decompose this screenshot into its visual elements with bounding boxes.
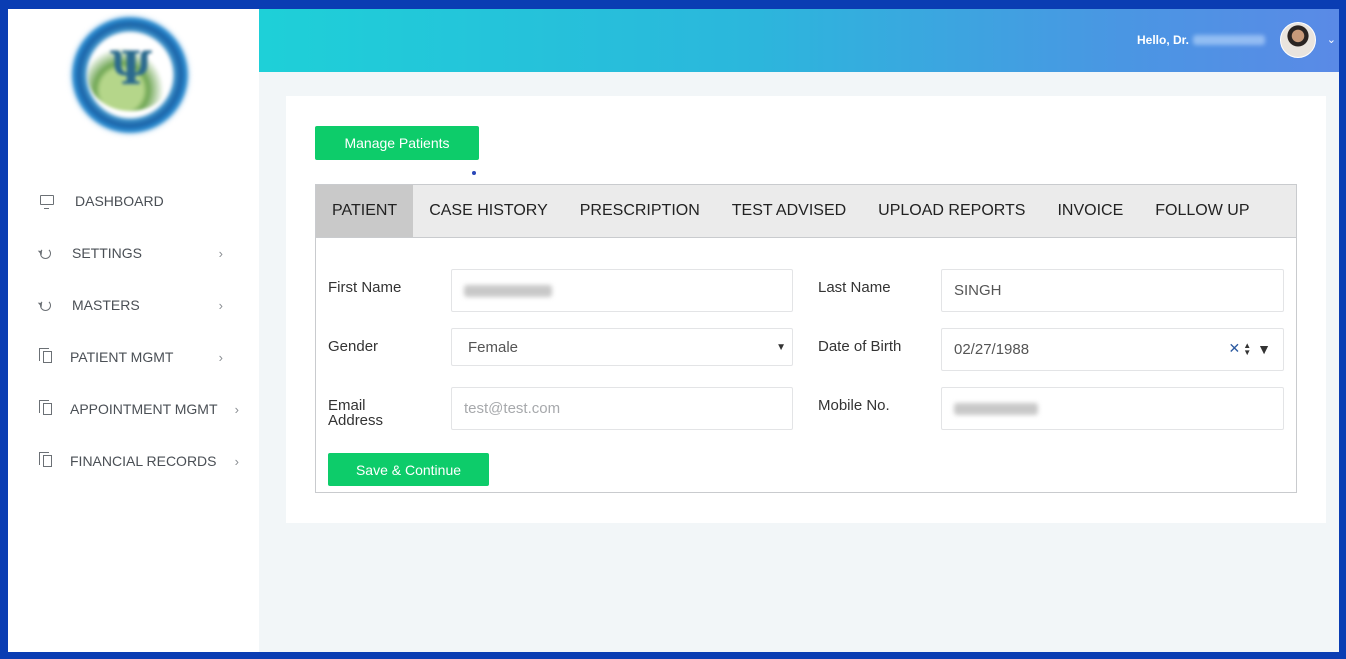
tab-case-history[interactable]: CASE HISTORY bbox=[413, 185, 564, 237]
dob-value: 02/27/1988 bbox=[954, 341, 1030, 358]
sidebar-item-dashboard[interactable]: DASHBOARD bbox=[8, 175, 259, 227]
email-field[interactable]: test@test.com bbox=[451, 387, 793, 430]
mobile-field[interactable] bbox=[941, 387, 1284, 430]
clinic-logo-icon[interactable]: ◦ ◦ ◦ Ψ bbox=[66, 11, 194, 139]
redacted-user-name bbox=[1193, 35, 1265, 45]
sidebar-item-label: FINANCIAL RECORDS bbox=[70, 453, 217, 469]
tab-follow-up[interactable]: FOLLOW UP bbox=[1139, 185, 1265, 237]
tab-bar: PATIENT CASE HISTORY PRESCRIPTION TEST A… bbox=[316, 185, 1296, 238]
manage-patients-button[interactable]: Manage Patients bbox=[315, 126, 479, 160]
redacted-mobile bbox=[954, 402, 1038, 415]
sidebar-item-masters[interactable]: MASTERS › bbox=[8, 279, 259, 331]
gender-label: Gender bbox=[328, 338, 379, 355]
email-label-line2: Address bbox=[328, 412, 384, 429]
sidebar-item-label: DASHBOARD bbox=[75, 193, 164, 209]
copy-icon bbox=[39, 348, 52, 363]
tab-prescription[interactable]: PRESCRIPTION bbox=[564, 185, 716, 237]
first-name-label: First Name bbox=[328, 279, 402, 296]
user-greeting: Hello, Dr. bbox=[1137, 33, 1265, 47]
app-window: ◦ ◦ ◦ Ψ DASHBOARD SETTINGS › MASTERS › P… bbox=[8, 9, 1339, 652]
chevron-right-icon: › bbox=[234, 453, 239, 469]
date-controls: ✕ ▲ ▼ ▼ bbox=[1228, 340, 1271, 357]
gender-value: Female bbox=[468, 338, 519, 356]
sidebar: ◦ ◦ ◦ Ψ DASHBOARD SETTINGS › MASTERS › P… bbox=[8, 9, 259, 652]
tab-invoice[interactable]: INVOICE bbox=[1041, 185, 1139, 237]
date-spinner[interactable]: ▲ ▼ bbox=[1243, 341, 1251, 356]
chevron-right-icon: › bbox=[218, 245, 223, 261]
chevron-down-icon[interactable]: ⌄ bbox=[1327, 33, 1336, 46]
sidebar-nav: DASHBOARD SETTINGS › MASTERS › PATIENT M… bbox=[8, 175, 259, 487]
dob-field[interactable]: 02/27/1988 ✕ ▲ ▼ ▼ bbox=[941, 328, 1284, 371]
indicator-dot bbox=[472, 171, 476, 175]
logo-mark: Ψ bbox=[110, 41, 153, 95]
chevron-right-icon: › bbox=[234, 401, 239, 417]
sidebar-item-label: SETTINGS bbox=[72, 245, 143, 261]
avatar[interactable] bbox=[1280, 22, 1316, 58]
chevron-right-icon: › bbox=[218, 349, 223, 365]
sidebar-item-financial-records[interactable]: FINANCIAL RECORDS › bbox=[8, 435, 259, 487]
sidebar-item-label: APPOINTMENT MGMT bbox=[70, 401, 218, 417]
tab-test-advised[interactable]: TEST ADVISED bbox=[716, 185, 862, 237]
sidebar-item-patient-mgmt[interactable]: PATIENT MGMT › bbox=[8, 331, 259, 383]
calendar-dropdown-icon[interactable]: ▼ bbox=[1257, 341, 1271, 357]
chevron-right-icon: › bbox=[218, 297, 223, 313]
email-label-line1: Email bbox=[328, 397, 366, 414]
refresh-icon bbox=[40, 247, 51, 259]
sidebar-item-settings[interactable]: SETTINGS › bbox=[8, 227, 259, 279]
patient-card: Manage Patients PATIENT CASE HISTORY PRE… bbox=[286, 96, 1326, 523]
copy-icon bbox=[39, 400, 52, 415]
last-name-value: SINGH bbox=[954, 282, 1002, 299]
chevron-down-icon: ▼ bbox=[776, 342, 786, 353]
monitor-icon bbox=[40, 195, 54, 209]
spin-down-icon[interactable]: ▼ bbox=[1243, 348, 1251, 356]
dob-label: Date of Birth bbox=[818, 338, 902, 355]
last-name-field[interactable]: SINGH bbox=[941, 269, 1284, 312]
last-name-label: Last Name bbox=[818, 279, 891, 296]
sidebar-item-appointment-mgmt[interactable]: APPOINTMENT MGMT › bbox=[8, 383, 259, 435]
patient-form-panel: PATIENT CASE HISTORY PRESCRIPTION TEST A… bbox=[315, 184, 1297, 493]
mobile-label: Mobile No. bbox=[818, 397, 890, 414]
top-bar: Hello, Dr. ⌄ bbox=[259, 9, 1339, 72]
refresh-icon bbox=[40, 299, 51, 311]
email-placeholder: test@test.com bbox=[464, 400, 561, 417]
first-name-field[interactable] bbox=[451, 269, 793, 312]
copy-icon bbox=[39, 452, 52, 467]
clear-icon[interactable]: ✕ bbox=[1228, 340, 1240, 357]
tab-upload-reports[interactable]: UPLOAD REPORTS bbox=[862, 185, 1041, 237]
sidebar-item-label: PATIENT MGMT bbox=[70, 349, 174, 365]
redacted-first-name bbox=[464, 284, 552, 297]
gender-select[interactable]: Female ▼ bbox=[451, 328, 793, 366]
tab-patient[interactable]: PATIENT bbox=[316, 185, 414, 237]
sidebar-item-label: MASTERS bbox=[72, 297, 140, 313]
greeting-text: Hello, Dr. bbox=[1136, 33, 1189, 47]
save-continue-button[interactable]: Save & Continue bbox=[328, 453, 489, 486]
